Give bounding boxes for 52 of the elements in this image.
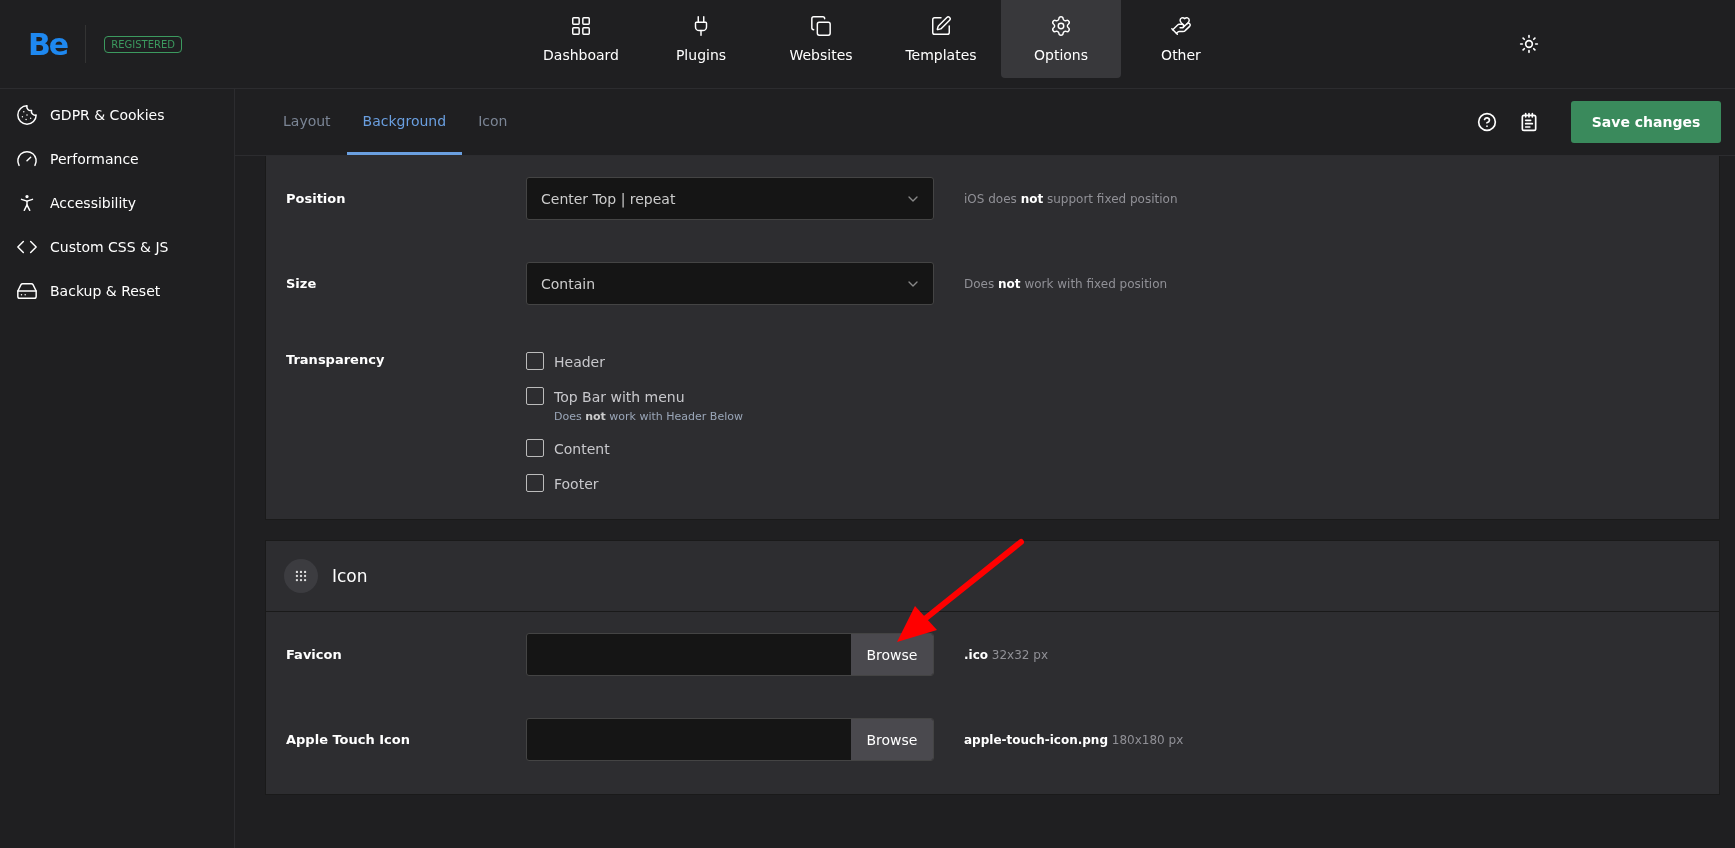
dashboard-icon bbox=[570, 15, 592, 37]
browse-button[interactable]: Browse bbox=[851, 719, 933, 760]
hand-icon bbox=[1170, 15, 1192, 37]
hint-text: apple-touch-icon.png 180x180 px bbox=[964, 732, 1184, 747]
select-field[interactable]: Center Top | repeat bbox=[526, 177, 934, 220]
field-label: Transparency bbox=[286, 352, 386, 367]
copies-icon bbox=[810, 15, 832, 37]
gear-icon bbox=[1050, 15, 1072, 37]
field-label: Favicon bbox=[286, 647, 343, 662]
tab[interactable]: Icon bbox=[462, 89, 524, 155]
sidebar-item[interactable]: Accessibility bbox=[0, 181, 234, 225]
nav-item[interactable]: Templates bbox=[881, 0, 1001, 78]
select-field[interactable]: Contain bbox=[526, 262, 934, 305]
note-text: Does not work with Header Below bbox=[554, 410, 743, 423]
logo[interactable]: Be bbox=[28, 26, 68, 62]
checkbox-label: Footer bbox=[554, 476, 599, 492]
grip-icon[interactable] bbox=[284, 559, 318, 593]
nav-item[interactable]: Other bbox=[1121, 0, 1241, 78]
hint-text: iOS does not support fixed position bbox=[964, 191, 1178, 206]
checkbox-label: Header bbox=[554, 354, 605, 370]
hint-text: Does not work with fixed position bbox=[964, 276, 1168, 291]
file-field[interactable]: Browse bbox=[526, 718, 934, 761]
tab[interactable]: Layout bbox=[267, 89, 347, 155]
sidebar-item[interactable]: GDPR & Cookies bbox=[0, 93, 234, 137]
sidebar-item[interactable]: Custom CSS & JS bbox=[0, 225, 234, 269]
help-icon[interactable] bbox=[1477, 112, 1497, 132]
file-field[interactable]: Browse bbox=[526, 633, 934, 676]
nav-item[interactable]: Plugins bbox=[641, 0, 761, 78]
sidebar-item[interactable]: Backup & Reset bbox=[0, 269, 234, 313]
checkbox[interactable] bbox=[526, 474, 544, 492]
cookie-icon bbox=[16, 104, 38, 126]
checkbox-label: Top Bar with menu bbox=[554, 389, 685, 405]
nav-item[interactable]: Websites bbox=[761, 0, 881, 78]
checkbox-label: Content bbox=[554, 441, 610, 457]
browse-button[interactable]: Browse bbox=[851, 634, 933, 675]
nav-item[interactable]: Dashboard bbox=[521, 0, 641, 78]
checkbox[interactable] bbox=[526, 352, 544, 370]
save-button[interactable]: Save changes bbox=[1571, 101, 1721, 143]
drive-icon bbox=[16, 280, 38, 302]
checkbox[interactable] bbox=[526, 439, 544, 457]
hint-text: .ico 32x32 px bbox=[964, 647, 1049, 662]
notes-icon[interactable] bbox=[1519, 112, 1539, 132]
field-label: Position bbox=[286, 191, 347, 206]
sidebar-item[interactable]: Performance bbox=[0, 137, 234, 181]
theme-toggle-icon[interactable] bbox=[1519, 34, 1539, 54]
status-badge: REGISTERED bbox=[104, 35, 182, 53]
edit-icon bbox=[930, 15, 952, 37]
nav-item[interactable]: Options bbox=[1001, 0, 1121, 78]
checkbox[interactable] bbox=[526, 387, 544, 405]
field-label: Apple Touch Icon bbox=[286, 732, 411, 747]
field-label: Size bbox=[286, 276, 318, 291]
section-title: Icon bbox=[332, 566, 368, 586]
